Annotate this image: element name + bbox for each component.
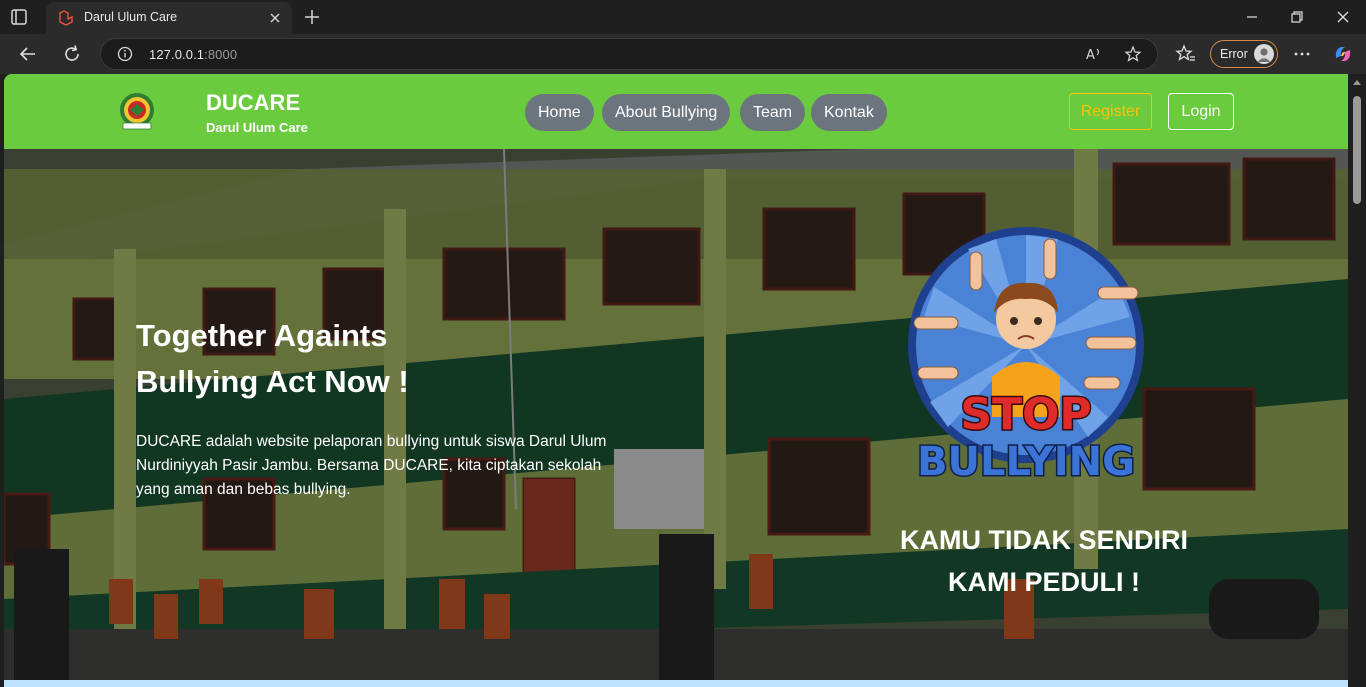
back-icon[interactable] [16,42,40,66]
school-logo-icon[interactable] [116,90,158,132]
tab-actions-icon[interactable] [10,8,28,26]
close-tab-icon[interactable] [266,9,284,27]
new-tab-icon[interactable] [302,7,322,27]
address-bar[interactable]: 127.0.0.1:8000 A [100,38,1158,70]
browser-tab[interactable]: Darul Ulum Care [46,2,292,34]
page-viewport: DUCARE Darul Ulum Care Home About Bullyi… [4,74,1348,687]
next-section-edge [4,680,1348,687]
brand-subtitle: Darul Ulum Care [206,120,308,135]
site-info-icon[interactable] [117,46,133,62]
hero-slogan: KAMU TIDAK SENDIRI KAMI PEDULI ! [900,525,1188,597]
favorite-star-icon[interactable] [1124,45,1142,63]
hero-title: Together Againts Bullying Act Now ! [136,318,409,399]
laravel-favicon-icon [59,10,73,26]
read-aloud-icon[interactable]: A [1085,45,1103,63]
close-window-icon[interactable] [1331,5,1355,29]
minimize-icon[interactable] [1240,5,1264,29]
scroll-thumb[interactable] [1353,96,1361,204]
browser-tab-bar: Darul Ulum Care [0,0,1366,34]
favorites-icon[interactable] [1174,42,1198,66]
login-button[interactable]: Login [1168,93,1234,130]
stop-bullying-illustration: STOP BULLYING [908,227,1144,487]
svg-text:A: A [1086,48,1095,63]
tab-title: Darul Ulum Care [84,10,178,24]
browser-toolbar: 127.0.0.1:8000 A Error [0,34,1366,74]
svg-text:BULLYING: BULLYING [917,439,1135,485]
nav-home[interactable]: Home [525,94,594,131]
profile-error-button[interactable]: Error [1210,40,1278,68]
copilot-icon[interactable] [1331,42,1355,66]
more-menu-icon[interactable] [1290,42,1314,66]
nav-team[interactable]: Team [740,94,806,131]
nav-kontak[interactable]: Kontak [811,94,887,131]
hero-description: DUCARE adalah website pelaporan bullying… [136,433,607,498]
scroll-up-arrow-icon[interactable] [1353,80,1361,85]
brand-title[interactable]: DUCARE [206,90,300,116]
svg-text:STOP: STOP [960,389,1091,440]
avatar [1254,44,1274,64]
register-button[interactable]: Register [1069,93,1152,130]
hero-section: Together Againts Bullying Act Now ! DUCA… [4,149,1348,687]
avatar-icon [1257,48,1271,62]
page-scrollbar[interactable] [1348,74,1366,687]
site-header: DUCARE Darul Ulum Care Home About Bullyi… [4,74,1348,149]
profile-status: Error [1220,47,1248,61]
url-text: 127.0.0.1:8000 [149,47,238,62]
restore-icon[interactable] [1285,5,1309,29]
nav-about-bullying[interactable]: About Bullying [602,94,731,131]
reload-icon[interactable] [60,42,84,66]
